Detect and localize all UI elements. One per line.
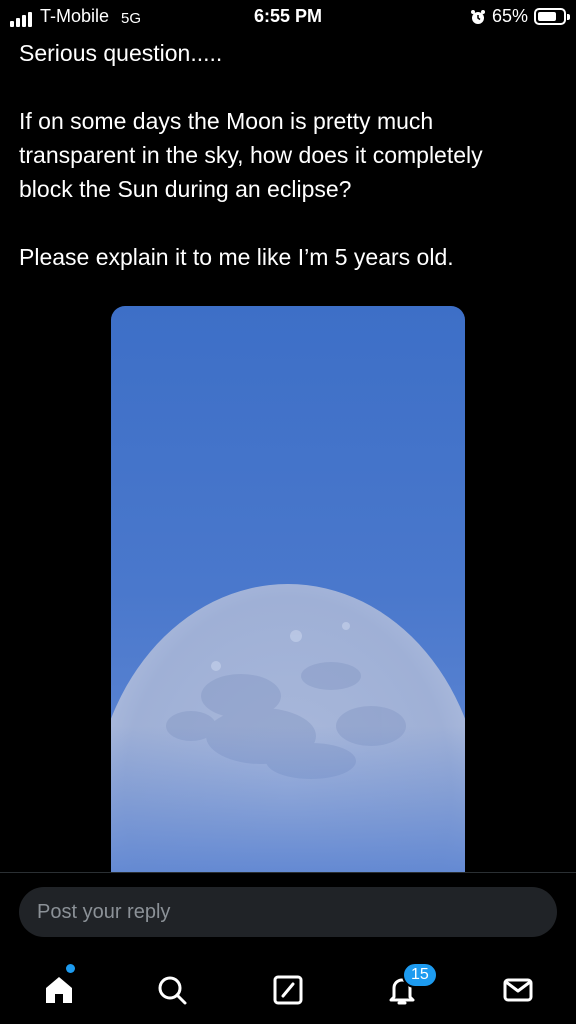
post-paragraph-2: If on some days the Moon is pretty much … xyxy=(19,108,483,202)
notifications-badge: 15 xyxy=(402,962,438,988)
tab-compose[interactable] xyxy=(260,962,316,1018)
compose-icon xyxy=(273,975,303,1005)
reply-placeholder: Post your reply xyxy=(37,900,171,923)
tab-search[interactable] xyxy=(144,962,200,1018)
reply-area: Post your reply xyxy=(0,872,576,952)
home-new-dot xyxy=(66,964,75,973)
status-right: 65% xyxy=(470,6,570,27)
alarm-icon xyxy=(470,9,485,24)
tab-messages[interactable] xyxy=(490,962,546,1018)
reply-input[interactable]: Post your reply xyxy=(19,887,557,937)
tab-home[interactable] xyxy=(31,962,87,1018)
post-image[interactable] xyxy=(111,306,465,876)
tab-bar: 15 xyxy=(0,952,576,1024)
battery-percent: 65% xyxy=(491,6,528,26)
post-body: Serious question..... If on some days th… xyxy=(19,36,559,274)
post-line-1: Serious question..... xyxy=(19,40,223,66)
moon-image xyxy=(111,584,465,876)
home-icon xyxy=(46,977,72,1003)
messages-icon xyxy=(503,978,533,1002)
post-paragraph-3: Please explain it to me like I’m 5 years… xyxy=(19,244,454,270)
battery-icon xyxy=(534,8,570,25)
status-bar: T-Mobile 5G 6:55 PM 65% xyxy=(0,0,576,32)
search-icon xyxy=(158,976,187,1005)
